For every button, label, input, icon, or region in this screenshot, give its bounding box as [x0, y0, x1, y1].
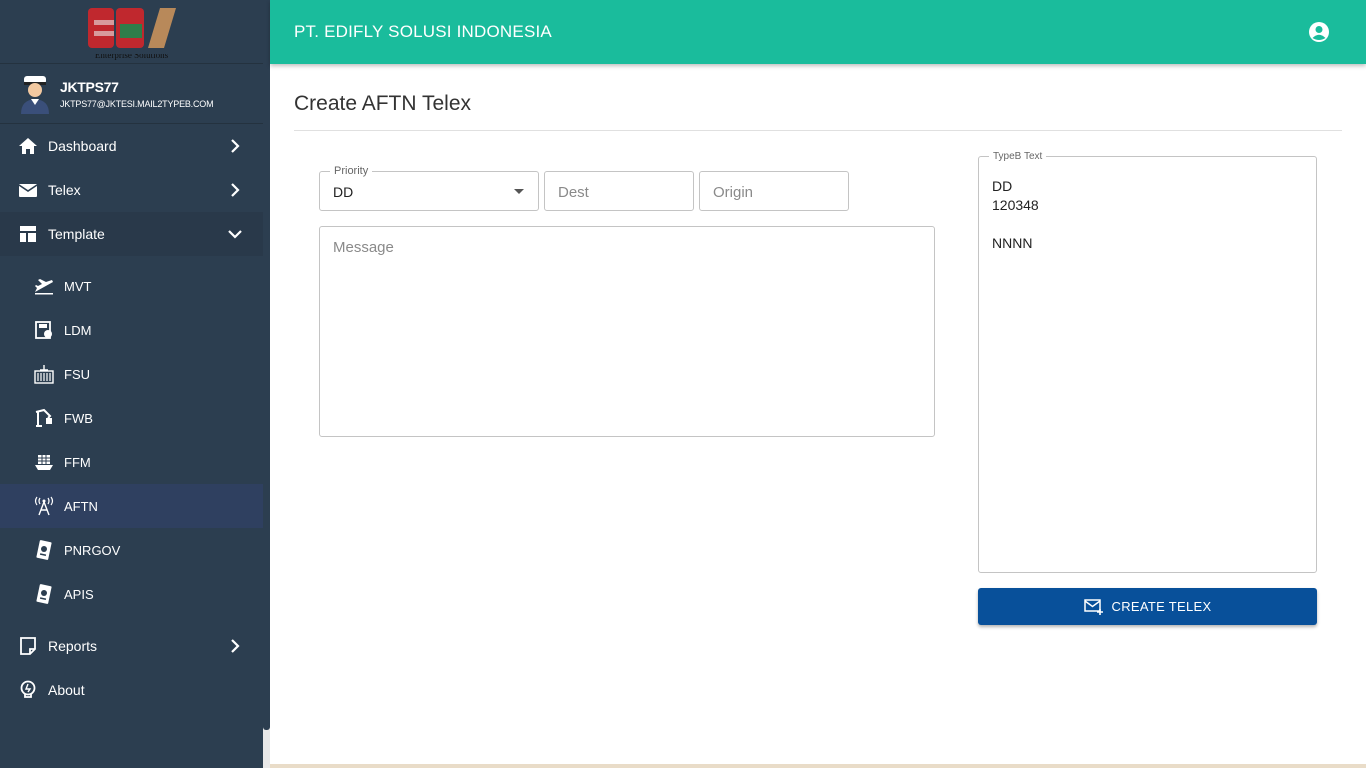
sidebar-item-label: APIS	[64, 586, 94, 602]
user-email: JKTPS77@JKTESI.MAIL2TYPEB.COM	[60, 98, 214, 109]
home-icon	[18, 136, 38, 156]
typeb-line: 120348	[992, 197, 1039, 213]
sidebar-item-label: Template	[48, 226, 105, 242]
origin-input[interactable]: Origin	[699, 171, 849, 211]
company-title: PT. EDIFLY SOLUSI INDONESIA	[294, 22, 552, 41]
sidebar-item-telex[interactable]: Telex	[0, 168, 263, 212]
sidebar-item-label: FWB	[64, 410, 93, 426]
antenna-icon	[34, 496, 54, 516]
mail-icon	[18, 180, 38, 200]
avatar	[21, 75, 49, 114]
container-icon	[34, 364, 54, 384]
sidebar-item-label: FSU	[64, 366, 90, 382]
sidebar-item-ldm[interactable]: LDM	[0, 308, 263, 352]
sidebar-item-apis[interactable]: APIS	[0, 572, 263, 616]
dest-placeholder: Dest	[558, 184, 589, 201]
message-textarea[interactable]: Message	[319, 226, 935, 437]
chevron-right-icon	[231, 183, 240, 197]
load-icon	[34, 320, 54, 340]
priority-value: DD	[333, 184, 354, 200]
typeb-line: NNNN	[992, 235, 1033, 251]
priority-label: Priority	[330, 165, 373, 177]
create-telex-label: CREATE TELEX	[1111, 599, 1212, 614]
chevron-right-icon	[231, 639, 240, 653]
sidebar-item-aftn[interactable]: AFTN	[0, 484, 263, 528]
esi-logo-icon	[85, 3, 178, 54]
sidebar-item-reports[interactable]: Reports	[0, 624, 263, 668]
typeb-text-area[interactable]: TypeB Text DD 120348 NNNN	[978, 151, 1317, 573]
divider	[294, 130, 1342, 131]
sidebar-item-label: About	[48, 682, 85, 698]
sidebar-item-fsu[interactable]: FSU	[0, 352, 263, 396]
ship-icon	[34, 452, 54, 472]
typeb-label: TypeB Text	[989, 151, 1047, 162]
sidebar-item-about[interactable]: About	[0, 668, 263, 712]
origin-placeholder: Origin	[713, 184, 754, 201]
sidebar-item-label: Reports	[48, 638, 98, 654]
dest-input[interactable]: Dest	[544, 171, 694, 211]
page-title: Create AFTN Telex	[294, 92, 472, 115]
typeb-content: DD 120348 NNNN	[992, 177, 1039, 253]
sidebar-item-label: FFM	[64, 454, 91, 470]
passport-icon	[34, 584, 54, 604]
scrollbar-thumb[interactable]	[263, 0, 270, 730]
sidebar-item-template[interactable]: Template	[0, 212, 263, 256]
bulb-icon	[18, 680, 38, 700]
sidebar-item-label: Telex	[48, 182, 81, 198]
user-name: JKTPS77	[60, 78, 119, 95]
mail-add-icon	[1083, 598, 1103, 615]
sidebar-scrollbar[interactable]	[263, 0, 270, 768]
user-profile: JKTPS77 JKTPS77@JKTESI.MAIL2TYPEB.COM	[0, 64, 263, 124]
message-placeholder: Message	[333, 239, 394, 256]
typeb-line: DD	[992, 178, 1013, 194]
sidebar-item-mvt[interactable]: MVT	[0, 264, 263, 308]
logo: Enterprise Solutions	[0, 0, 263, 64]
sidebar: Enterprise Solutions JKTPS77 JKTPS77@JKT…	[0, 0, 263, 768]
chevron-down-icon	[228, 230, 242, 239]
account-circle-icon[interactable]	[1308, 21, 1330, 43]
note-icon	[18, 636, 38, 656]
footer-strip	[270, 764, 1366, 768]
sidebar-item-label: LDM	[64, 322, 92, 338]
sidebar-item-label: PNRGOV	[64, 542, 121, 558]
template-icon	[18, 224, 38, 244]
crane-icon	[34, 408, 54, 428]
sidebar-item-label: MVT	[64, 278, 92, 294]
typeb-line	[992, 215, 1039, 234]
priority-select[interactable]: Priority DD	[319, 165, 539, 211]
sidebar-item-fwb[interactable]: FWB	[0, 396, 263, 440]
chevron-right-icon	[231, 139, 240, 153]
passport-icon	[34, 540, 54, 560]
sidebar-item-pnrgov[interactable]: PNRGOV	[0, 528, 263, 572]
create-telex-button[interactable]: CREATE TELEX	[978, 588, 1317, 625]
dropdown-arrow-icon	[514, 189, 524, 194]
plane-icon	[34, 276, 54, 296]
sidebar-item-dashboard[interactable]: Dashboard	[0, 124, 263, 168]
app-header: PT. EDIFLY SOLUSI INDONESIA	[270, 0, 1366, 64]
sidebar-item-label: AFTN	[64, 498, 98, 514]
sidebar-item-label: Dashboard	[48, 138, 117, 154]
sidebar-item-ffm[interactable]: FFM	[0, 440, 263, 484]
